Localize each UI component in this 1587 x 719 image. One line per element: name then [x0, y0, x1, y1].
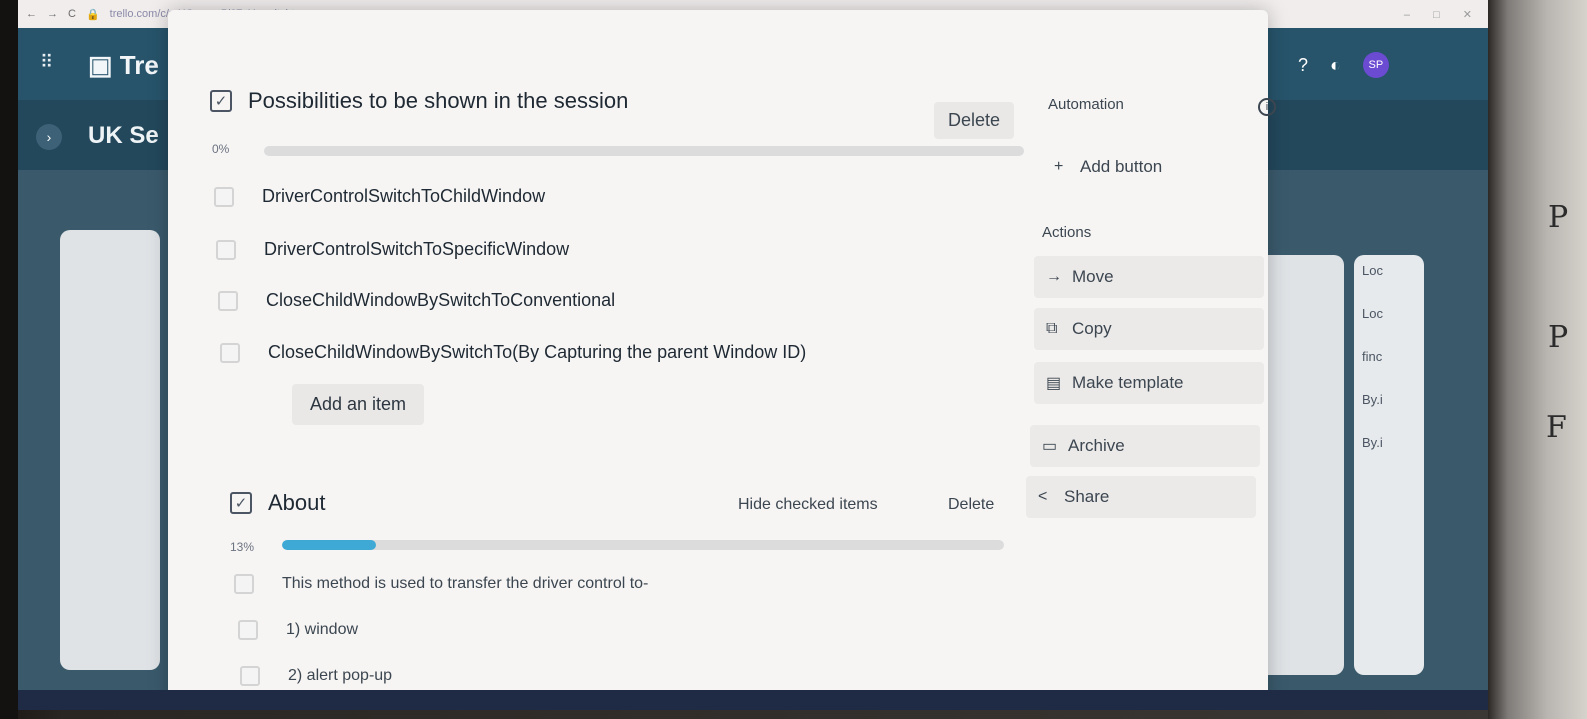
item-text[interactable]: CloseChildWindowBySwitchTo(By Capturing …	[268, 342, 806, 363]
item-text[interactable]: 1) window	[286, 621, 358, 639]
checklist-header: ✓ Possibilities to be shown in the sessi…	[210, 88, 628, 114]
checklist-icon: ✓	[210, 90, 232, 112]
board-list-right: Loc Loc finc By.i By.i	[1354, 255, 1424, 675]
actions-label: Actions	[1042, 224, 1092, 241]
share-icon: <	[1038, 488, 1048, 505]
handwritten-note: P	[1548, 200, 1569, 235]
item-checkbox[interactable]	[240, 666, 260, 686]
list-card[interactable]: By.i	[1362, 435, 1416, 450]
handwritten-note: P	[1548, 320, 1569, 355]
expand-sidebar-icon[interactable]: ›	[36, 124, 62, 150]
delete-checklist-button[interactable]: Delete	[934, 102, 1015, 139]
checklist-item: DriverControlSwitchToSpecificWindow	[216, 239, 569, 260]
trello-logo[interactable]: ▣ Tre	[88, 50, 159, 81]
window-controls[interactable]: – □ ✕	[1404, 8, 1482, 21]
move-button[interactable]: → Move	[1034, 256, 1264, 298]
board-list	[60, 230, 160, 670]
checklist-percent: 0%	[212, 142, 230, 156]
board-name[interactable]: UK Se	[88, 122, 159, 150]
checklist-title[interactable]: Possibilities to be shown in the session	[248, 88, 628, 114]
checklist-progress	[264, 146, 1024, 156]
item-text[interactable]: DriverControlSwitchToSpecificWindow	[264, 239, 569, 260]
lock-icon: 🔒	[85, 8, 100, 21]
add-item-button[interactable]: Add an item	[292, 384, 425, 425]
checklist-item: CloseChildWindowBySwitchTo(By Capturing …	[220, 342, 806, 363]
desk-background: P P F	[1488, 0, 1587, 719]
handwritten-note: F	[1546, 410, 1567, 445]
monitor-bezel	[0, 0, 18, 719]
hide-checked-button[interactable]: Hide checked items	[724, 488, 892, 522]
card-modal: ✓ Possibilities to be shown in the sessi…	[168, 10, 1276, 710]
theme-icon[interactable]: ◐	[1330, 55, 1341, 76]
checklist-header: ✓ About	[230, 490, 326, 516]
list-card[interactable]: finc	[1362, 349, 1416, 364]
checklist-item: This method is used to transfer the driv…	[234, 574, 648, 594]
checklist-item: DriverControlSwitchToChildWindow	[214, 186, 545, 207]
avatar[interactable]: SP	[1362, 52, 1389, 78]
share-button[interactable]: < Share	[1026, 476, 1256, 518]
checklist-percent: 13%	[230, 540, 255, 554]
archive-icon: ▭	[1042, 438, 1058, 455]
add-button[interactable]: + Add button	[1042, 146, 1272, 188]
screen: ← → C 🔒 trello.com/c/mXCwgyw5/67-11-swit…	[18, 0, 1488, 710]
delete-checklist-button[interactable]: Delete	[934, 488, 1008, 522]
archive-button[interactable]: ▭ Archive	[1030, 425, 1260, 467]
checklist-title[interactable]: About	[268, 490, 326, 516]
template-icon: ▤	[1046, 375, 1062, 392]
checklist-item: 2) alert pop-up	[240, 666, 392, 686]
checklist-icon: ✓	[230, 492, 252, 514]
item-text[interactable]: DriverControlSwitchToChildWindow	[262, 186, 545, 207]
copy-button[interactable]: ⧉ Copy	[1034, 308, 1264, 350]
item-checkbox[interactable]	[238, 620, 258, 640]
item-checkbox[interactable]	[234, 574, 254, 594]
copy-icon: ⧉	[1046, 320, 1058, 337]
progress-fill	[282, 540, 376, 550]
list-card[interactable]: By.i	[1362, 392, 1416, 407]
info-icon[interactable]: i	[1258, 98, 1276, 116]
list-card[interactable]: Loc	[1362, 306, 1416, 321]
back-icon[interactable]: ←	[26, 8, 37, 20]
item-text[interactable]: This method is used to transfer the driv…	[282, 575, 648, 593]
item-text[interactable]: 2) alert pop-up	[288, 667, 392, 685]
help-icon[interactable]: ?	[1298, 55, 1308, 76]
make-template-button[interactable]: ▤ Make template	[1034, 362, 1264, 404]
checklist-item: 1) window	[238, 620, 358, 640]
checklist-item: CloseChildWindowBySwitchToConventional	[218, 290, 615, 311]
list-card[interactable]: Loc	[1362, 263, 1416, 278]
checklist-progress	[282, 540, 1004, 550]
arrow-right-icon: →	[1046, 268, 1062, 285]
item-checkbox[interactable]	[220, 342, 240, 363]
item-checkbox[interactable]	[218, 290, 238, 311]
plus-icon: +	[1054, 158, 1064, 175]
item-checkbox[interactable]	[214, 186, 234, 207]
reload-icon[interactable]: C	[68, 8, 76, 20]
item-checkbox[interactable]	[216, 239, 236, 260]
apps-grid-icon[interactable]: ⠿	[40, 52, 53, 73]
forward-icon[interactable]: →	[47, 8, 58, 20]
taskbar	[18, 690, 1488, 710]
automation-label: Automation	[1048, 96, 1124, 113]
item-text[interactable]: CloseChildWindowBySwitchToConventional	[266, 290, 615, 311]
